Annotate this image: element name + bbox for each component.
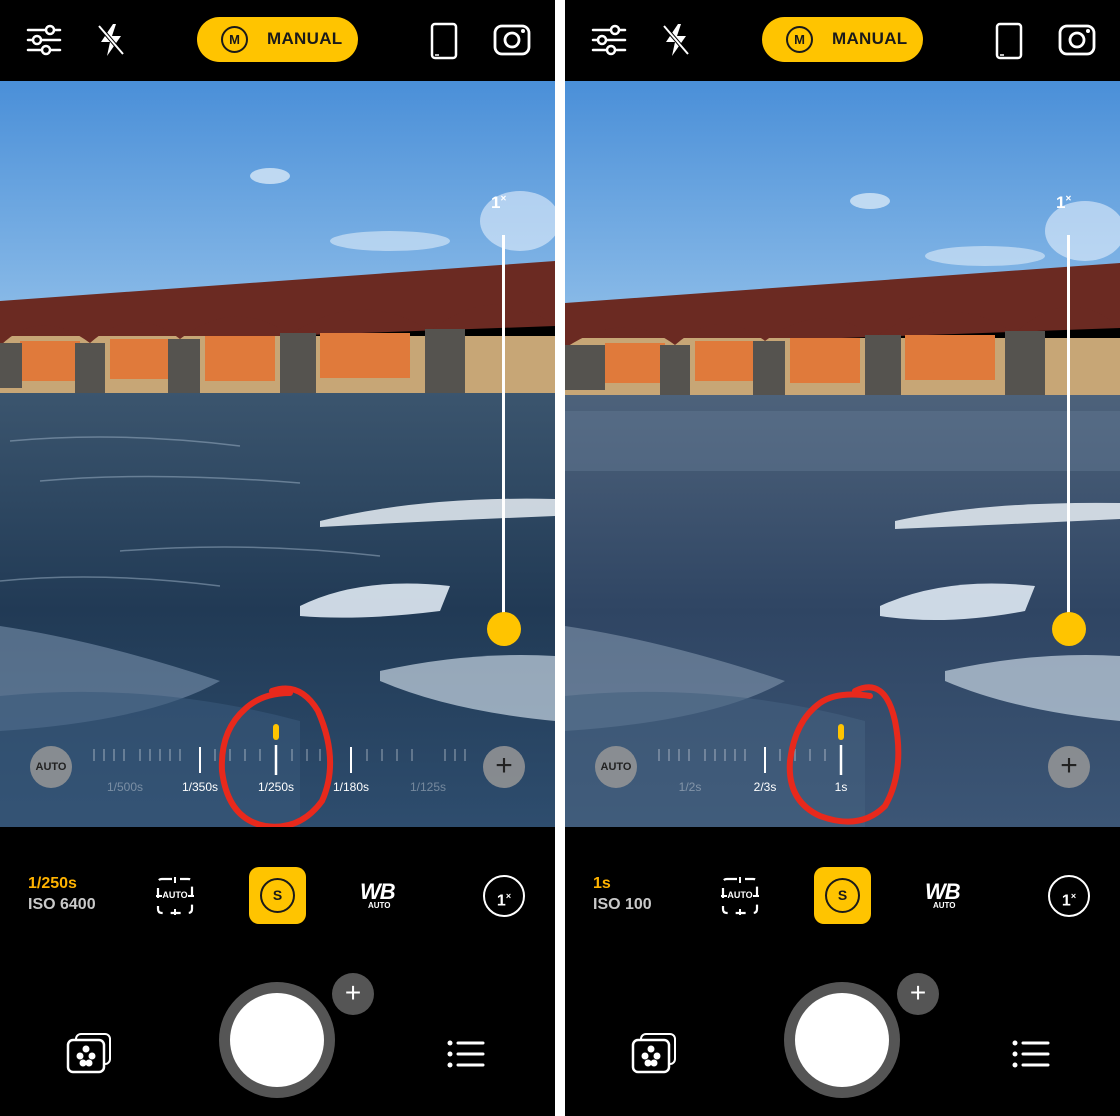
zoom-level-button[interactable]: 1× <box>1048 875 1090 917</box>
zoom-slider-label: 1× <box>491 193 507 212</box>
top-toolbar: M MANUAL <box>565 0 1120 81</box>
zoom-slider-knob[interactable] <box>1052 612 1086 646</box>
scene-photo <box>0 81 555 827</box>
iso-readout: ISO 100 <box>593 896 652 913</box>
shutter-priority-button[interactable]: S <box>814 867 871 924</box>
shutter-tick-label: 1/180s <box>332 780 370 794</box>
top-toolbar: M MANUAL <box>0 0 555 81</box>
shutter-button[interactable] <box>795 993 889 1087</box>
mode-manual-button[interactable]: M MANUAL <box>762 17 923 62</box>
aspect-ratio-icon[interactable] <box>995 22 1023 60</box>
zoom-slider-knob[interactable] <box>487 612 521 646</box>
zoom-slider-track[interactable] <box>502 235 505 627</box>
gallery-icon[interactable] <box>66 1032 114 1074</box>
switch-camera-icon[interactable] <box>1057 20 1097 60</box>
focus-auto-icon[interactable]: AUTO <box>721 877 759 915</box>
mode-label: MANUAL <box>267 29 343 48</box>
shutter-button[interactable] <box>230 993 324 1087</box>
viewfinder[interactable]: 1× AUTO + 1/500s 1/350s 1/250s 1/180s 1/… <box>0 81 555 827</box>
menu-list-icon[interactable] <box>446 1039 486 1069</box>
zoom-slider-track[interactable] <box>1067 235 1070 627</box>
white-balance-auto-label: AUTO <box>933 901 956 910</box>
settings-sliders-icon[interactable] <box>591 24 627 56</box>
flash-off-icon[interactable] <box>661 22 691 58</box>
burst-plus-button[interactable]: + <box>332 973 374 1015</box>
camera-screen-left: M MANUAL 1× AUTO + 1/500s 1/350s 1/250s … <box>0 0 555 1116</box>
gallery-icon[interactable] <box>631 1032 679 1074</box>
aperture-icon: S <box>260 878 295 913</box>
burst-plus-button[interactable]: + <box>897 973 939 1015</box>
switch-camera-icon[interactable] <box>492 20 532 60</box>
shutter-priority-button[interactable]: S <box>249 867 306 924</box>
camera-screen-right: M MANUAL 1× AUTO + 1/2s 2/3s 1s 1s ISO 1… <box>565 0 1120 1116</box>
mode-m-icon: M <box>786 26 813 53</box>
menu-list-icon[interactable] <box>1011 1039 1051 1069</box>
viewfinder[interactable]: 1× AUTO + 1/2s 2/3s 1s <box>565 81 1120 827</box>
shutter-speed-readout: 1s <box>593 875 611 892</box>
shutter-plus-button[interactable]: + <box>1048 746 1090 788</box>
aperture-icon: S <box>825 878 860 913</box>
shutter-tick-label-selected: 1/250s <box>257 780 295 794</box>
flash-off-icon[interactable] <box>96 22 126 58</box>
shutter-auto-button[interactable]: AUTO <box>30 746 72 788</box>
aspect-ratio-icon[interactable] <box>430 22 458 60</box>
shutter-tick-label: 1/500s <box>106 780 144 794</box>
iso-readout: ISO 6400 <box>28 896 96 913</box>
shutter-tick-label: 1/350s <box>181 780 219 794</box>
scene-photo <box>565 81 1120 827</box>
settings-sliders-icon[interactable] <box>26 24 62 56</box>
bottom-controls: 1s ISO 100 AUTO S WB AUTO 1× + <box>565 827 1120 1116</box>
zoom-slider-label: 1× <box>1056 193 1072 212</box>
mode-manual-button[interactable]: M MANUAL <box>197 17 358 62</box>
shutter-tick-label: 1/125s <box>409 780 447 794</box>
focus-auto-icon[interactable]: AUTO <box>156 877 194 915</box>
shutter-tick-label: 2/3s <box>753 780 777 794</box>
mode-label: MANUAL <box>832 29 908 48</box>
shutter-plus-button[interactable]: + <box>483 746 525 788</box>
zoom-level-button[interactable]: 1× <box>483 875 525 917</box>
shutter-auto-button[interactable]: AUTO <box>595 746 637 788</box>
mode-m-icon: M <box>221 26 248 53</box>
shutter-speed-readout: 1/250s <box>28 875 77 892</box>
white-balance-auto-label: AUTO <box>368 901 391 910</box>
bottom-controls: 1/250s ISO 6400 AUTO S WB AUTO 1× + <box>0 827 555 1116</box>
shutter-tick-label-selected: 1s <box>834 780 848 794</box>
shutter-tick-label: 1/2s <box>678 780 702 794</box>
